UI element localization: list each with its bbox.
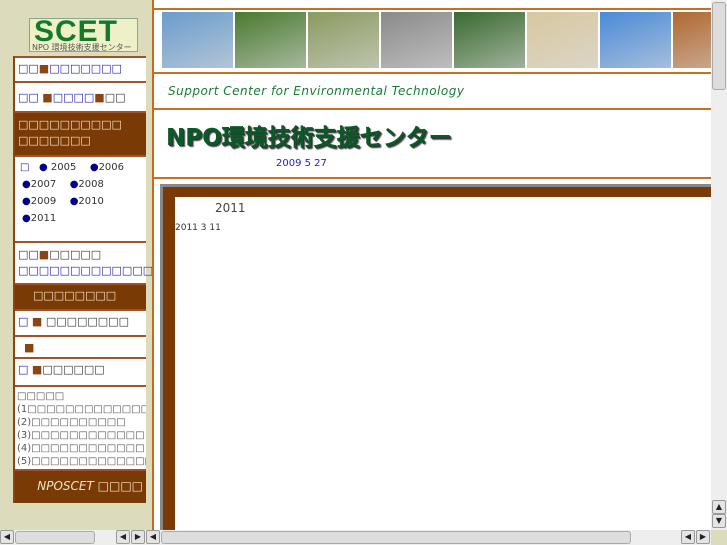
sidebar-link[interactable]: □□□□□□□□□□□□□□□□□ xyxy=(18,263,195,279)
sidebar-menu: □□■□□□□□□□ □□ ■□□□□■□□ □□□□□□□□□□ □□□□□□… xyxy=(13,56,195,503)
year-link[interactable]: ●2009 xyxy=(22,196,56,207)
scroll-down-icon[interactable]: ▼ xyxy=(712,514,726,528)
year-link[interactable]: ●2008 xyxy=(70,179,104,190)
square-bullet-icon: ■ xyxy=(42,91,53,104)
list-item[interactable]: (2)□□□□□□□□□□ xyxy=(17,416,144,429)
banner-photo xyxy=(600,12,671,68)
news-frame: 2011 2011 3 11 xyxy=(160,184,711,530)
sidebar-item-5[interactable]: ■ xyxy=(15,335,146,357)
banner-photo xyxy=(308,12,379,68)
scroll-right-icon[interactable]: ▶ xyxy=(131,530,145,544)
square-bullet-icon: ■ xyxy=(31,315,43,328)
scroll-left-icon[interactable]: ◀ xyxy=(116,530,130,544)
sidebar-frame: SCET NPO 環境技術支援センター □□■□□□□□□□ □□ ■□□□□■… xyxy=(0,0,195,530)
logo-subtitle: NPO 環境技術支援センター xyxy=(32,43,132,52)
scroll-right-icon[interactable]: ▶ xyxy=(696,530,710,544)
sidebar-footer: NPOSCET □□□□ xyxy=(15,469,146,503)
year-link[interactable]: ●2006 xyxy=(90,162,124,173)
news-year: 2011 xyxy=(215,201,246,215)
scet-logo[interactable]: SCET NPO 環境技術支援センター xyxy=(29,15,138,52)
year-link[interactable]: ● 2005 xyxy=(39,162,76,173)
sidebar-item-2[interactable]: □□ ■□□□□■□□ xyxy=(15,81,146,111)
list-item[interactable]: (5)□□□□□□□□□□□□□□□□□□□□ xyxy=(17,455,146,468)
sidebar-header-1: □□□□□□□□□□ □□□□□□□ xyxy=(15,111,146,155)
news-date[interactable]: 2011 3 11 xyxy=(175,223,221,233)
sidebar-item-4[interactable]: □ ■ □□□□□□□□ xyxy=(15,309,146,335)
archive-icon: □ xyxy=(20,162,30,173)
site-subtitle: Support Center for Environmental Technol… xyxy=(168,84,465,98)
banner-photo xyxy=(162,12,233,68)
list-item[interactable]: (3)□□□□□□□□□□□□ xyxy=(17,429,145,442)
square-bullet-icon: ■ xyxy=(38,248,50,261)
banner-photo xyxy=(381,12,452,68)
header-line: □□□□□□□□□□ xyxy=(18,118,122,131)
scroll-thumb[interactable] xyxy=(161,531,631,544)
item-icon: □□ xyxy=(18,248,39,261)
square-bullet-icon: ■ xyxy=(38,62,50,75)
sidebar-link[interactable]: □□□□□□□□ xyxy=(46,315,129,328)
sidebar-header-2: □□□□□□□□ xyxy=(15,283,146,309)
sidebar-horizontal-scrollbar[interactable]: ◀ ◀ ▶ xyxy=(0,530,150,545)
main-frame: Support Center for Environmental Technol… xyxy=(152,0,711,530)
scroll-thumb[interactable] xyxy=(15,531,95,544)
year-link[interactable]: ●2007 xyxy=(22,179,56,190)
sidebar-link[interactable]: □□ xyxy=(105,91,126,104)
page-title: NPO環境技術支援センター xyxy=(166,125,452,151)
year-archive: □ ● 2005 ●2006 ●2007 ●2008 ●2009 ●2010 ●… xyxy=(15,155,146,241)
sidebar-link[interactable]: □□□□□□ xyxy=(42,363,104,376)
scroll-left-icon[interactable]: ◀ xyxy=(681,530,695,544)
item-icon: □□ xyxy=(18,91,39,104)
sidebar-link[interactable]: □□□□□□□ xyxy=(49,62,122,75)
update-date: 2009 5 27 xyxy=(276,158,327,169)
sidebar-link[interactable]: □□□□ xyxy=(53,91,95,104)
footer-text: □□□□ xyxy=(97,479,143,493)
main-horizontal-scrollbar[interactable]: ◀ ◀ ▶ xyxy=(146,530,711,545)
header-line: □□□□□□□ xyxy=(18,134,91,147)
square-bullet-icon: ■ xyxy=(31,363,43,376)
year-link[interactable]: ●2011 xyxy=(22,213,56,224)
list-item[interactable]: (1□□□□□□□□□□□□□ xyxy=(17,403,146,416)
banner-photo xyxy=(527,12,598,68)
scroll-up-icon[interactable]: ▲ xyxy=(712,500,726,514)
item-icon: □ xyxy=(18,315,29,328)
square-bullet-icon: ■ xyxy=(94,91,105,104)
scroll-thumb[interactable] xyxy=(712,2,726,90)
item-icon: □ xyxy=(18,363,29,376)
sidebar-text: □□□□□ xyxy=(49,248,102,261)
year-link[interactable]: ●2010 xyxy=(70,196,104,207)
vertical-scrollbar[interactable]: ▲ ▼ xyxy=(711,0,727,530)
scroll-left-icon[interactable]: ◀ xyxy=(146,530,160,544)
list-item[interactable]: (4)□□□□□□□□□□□□ xyxy=(17,442,145,455)
sidebar-item-6[interactable]: □ ■□□□□□□ xyxy=(15,357,146,385)
footer-brand: NPOSCET xyxy=(37,479,94,493)
photo-banner xyxy=(162,12,711,68)
item-icon: □□ xyxy=(18,62,39,75)
list-title: □□□□□ xyxy=(17,391,65,402)
banner-photo xyxy=(673,12,711,68)
scroll-left-icon[interactable]: ◀ xyxy=(0,530,14,544)
sidebar-item-1[interactable]: □□■□□□□□□□ xyxy=(15,56,146,81)
sidebar-item-3[interactable]: □□■□□□□□ □□□□□□□□□□□□□□□□□ xyxy=(15,241,195,283)
sidebar-list: □□□□□ (1□□□□□□□□□□□□□ (2)□□□□□□□□□□ (3)□… xyxy=(15,385,146,469)
banner-photo xyxy=(235,12,306,68)
banner-photo xyxy=(454,12,525,68)
square-bullet-icon: ■ xyxy=(24,341,35,354)
